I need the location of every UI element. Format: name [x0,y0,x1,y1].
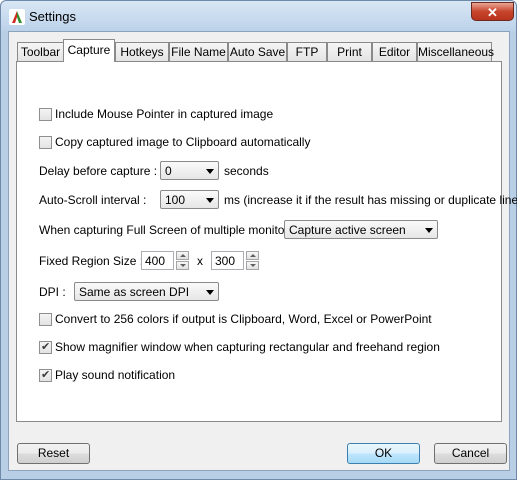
magnifier-checkbox[interactable] [39,340,52,354]
tab-label: Print [337,45,362,59]
cancel-button[interactable]: Cancel [434,443,507,464]
tab-label: Auto Save [229,45,286,59]
tab-label: Hotkeys [120,45,164,59]
close-button[interactable]: ✕ [471,2,514,21]
settings-window: Settings ✕ Toolbar Capture Hotkeys File … [0,0,517,480]
chevron-down-icon [206,290,214,295]
dpi-label: DPI : [39,285,66,299]
delay-select[interactable]: 0 [160,161,219,180]
multi-monitor-value: Capture active screen [289,223,406,237]
ok-button[interactable]: OK [347,443,420,464]
convert-256-checkbox[interactable] [39,313,52,326]
multi-monitor-label: When capturing Full Screen of multiple m… [39,223,302,237]
convert-256-label: Convert to 256 colors if output is Clipb… [55,312,432,326]
spin-down-icon[interactable] [246,261,259,270]
region-height-value: 300 [215,254,236,268]
tab-label: Editor [378,45,411,59]
tab-label: Capture [67,43,111,57]
chevron-down-icon [206,169,214,174]
include-pointer-label: Include Mouse Pointer in captured image [55,107,274,121]
app-logo-icon [9,9,25,25]
sound-label: Play sound notification [55,368,176,382]
dpi-value: Same as screen DPI [79,285,190,299]
region-width-stepper[interactable] [176,251,189,270]
tab-print[interactable]: Print [327,42,372,61]
spin-up-icon[interactable] [246,251,259,260]
dpi-select[interactable]: Same as screen DPI [74,282,219,301]
tab-editor[interactable]: Editor [372,42,417,61]
window-title: Settings [29,9,76,24]
tab-hotkeys[interactable]: Hotkeys [115,42,169,61]
fixed-region-label: Fixed Region Size : [39,254,144,268]
close-icon: ✕ [487,5,498,20]
tab-toolbar[interactable]: Toolbar [17,42,64,61]
tab-label: File Name [171,45,226,59]
delay-label: Delay before capture : [39,164,158,178]
tab-file-name[interactable]: File Name [169,42,228,61]
tab-label: Toolbar [20,45,61,59]
chevron-down-icon [425,228,433,233]
spin-up-icon[interactable] [176,251,189,260]
reset-button[interactable]: Reset [17,443,90,464]
magnifier-label: Show magnifier window when capturing rec… [55,340,440,354]
title-bar[interactable]: Settings ✕ [1,1,516,31]
region-width-value: 400 [145,254,166,268]
tab-miscellaneous[interactable]: Miscellaneous [417,42,495,61]
tab-ftp[interactable]: FTP [287,42,327,61]
autoscroll-label: Auto-Scroll interval : [39,193,147,207]
autoscroll-value: 100 [165,193,186,207]
tab-auto-save[interactable]: Auto Save [228,42,287,61]
autoscroll-unit: ms (increase it if the result has missin… [224,193,517,207]
multi-monitor-select[interactable]: Capture active screen [284,220,438,239]
include-pointer-checkbox[interactable] [39,108,52,121]
spin-down-icon[interactable] [176,261,189,270]
capture-panel: Include Mouse Pointer in captured image … [16,61,517,422]
autoscroll-select[interactable]: 100 [160,190,219,209]
copy-clipboard-checkbox[interactable] [39,136,52,149]
region-separator: x [197,254,203,268]
region-width-input[interactable]: 400 [141,251,174,270]
region-height-stepper[interactable] [246,251,259,270]
copy-clipboard-label: Copy captured image to Clipboard automat… [55,135,311,149]
tab-label: Miscellaneous [418,45,495,59]
delay-unit: seconds [224,164,269,178]
region-height-input[interactable]: 300 [211,251,244,270]
tab-label: FTP [295,45,319,59]
delay-value: 0 [165,164,172,178]
chevron-down-icon [206,198,214,203]
sound-checkbox[interactable] [39,368,52,382]
dialog-body: Toolbar Capture Hotkeys File Name Auto S… [8,31,517,471]
tab-capture[interactable]: Capture [63,39,115,62]
